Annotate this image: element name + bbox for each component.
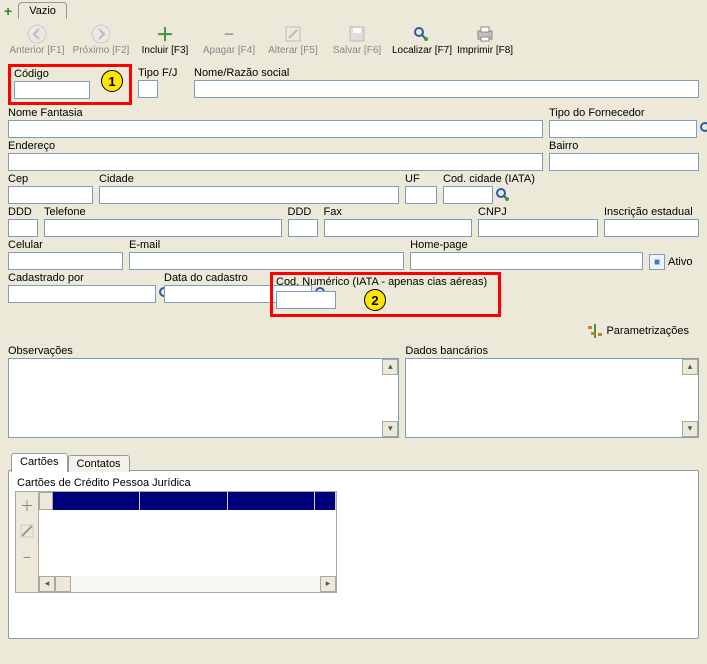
- grid-edit-icon[interactable]: [20, 524, 34, 541]
- email-input[interactable]: [129, 252, 404, 270]
- ativo-checkbox[interactable]: ■: [649, 254, 665, 270]
- codnumerico-input[interactable]: [276, 291, 336, 309]
- scroll-right-icon[interactable]: ▸: [320, 576, 336, 592]
- edit-icon: [264, 23, 322, 45]
- endereco-input[interactable]: [8, 153, 543, 171]
- fax-input[interactable]: [324, 219, 472, 237]
- localizar-button[interactable]: Localizar [F7]: [392, 23, 450, 56]
- bairro-input[interactable]: [549, 153, 699, 171]
- cidade-label: Cidade: [99, 173, 399, 185]
- codigo-highlight: Código 1: [8, 64, 132, 105]
- plus-icon[interactable]: +: [4, 3, 12, 19]
- scroll-down-icon[interactable]: ▾: [382, 421, 398, 437]
- scroll-up-icon[interactable]: ▴: [682, 359, 698, 375]
- annotation-badge-2: 2: [364, 289, 386, 311]
- nomerazao-input[interactable]: [194, 80, 699, 98]
- observacoes-textarea[interactable]: ▴ ▾: [8, 358, 399, 438]
- incluir-button[interactable]: ＋ Incluir [F3]: [136, 23, 194, 56]
- alterar-button: Alterar [F5]: [264, 23, 322, 56]
- endereco-label: Endereço: [8, 140, 543, 152]
- plus-icon: ＋: [136, 23, 194, 45]
- imprimir-button[interactable]: Imprimir [F8]: [456, 23, 514, 56]
- scrollbar-thumb[interactable]: [55, 576, 71, 592]
- codcidade-input[interactable]: [443, 186, 493, 204]
- cadastradopor-label: Cadastrado por: [8, 272, 158, 284]
- cep-label: Cep: [8, 173, 93, 185]
- tab-cartoes[interactable]: Cartões: [11, 453, 68, 472]
- dadosbancarios-textarea[interactable]: ▴ ▾: [405, 358, 699, 438]
- cidade-input[interactable]: [99, 186, 399, 204]
- parametrizacoes-link[interactable]: Parametrizações: [8, 319, 699, 345]
- homepage-input[interactable]: [410, 252, 643, 270]
- ddd1-label: DDD: [8, 206, 38, 218]
- anterior-button: Anterior [F1]: [8, 23, 66, 56]
- minus-icon: −: [200, 23, 258, 45]
- tab-contatos[interactable]: Contatos: [68, 455, 130, 472]
- ddd1-input[interactable]: [8, 219, 38, 237]
- celular-input[interactable]: [8, 252, 123, 270]
- top-tab[interactable]: Vazio: [18, 2, 67, 19]
- nomefantasia-input[interactable]: [8, 120, 543, 138]
- codnumerico-highlight: Cod. Numérico (IATA - apenas cias aéreas…: [270, 272, 501, 317]
- codigo-input[interactable]: [14, 81, 90, 99]
- toolbar: Anterior [F1] Próximo [F2] ＋ Incluir [F3…: [0, 21, 707, 60]
- scrollbar-track[interactable]: [55, 575, 320, 593]
- ddd2-input[interactable]: [288, 219, 318, 237]
- nomefantasia-label: Nome Fantasia: [8, 107, 543, 119]
- uf-label: UF: [405, 173, 437, 185]
- tipofj-label: Tipo F/J: [138, 67, 188, 79]
- grid[interactable]: ◂ ▸: [39, 492, 336, 592]
- scroll-down-icon[interactable]: ▾: [682, 421, 698, 437]
- tipofj-input[interactable]: [138, 80, 158, 98]
- cep-input[interactable]: [8, 186, 93, 204]
- annotation-badge-1: 1: [101, 70, 123, 92]
- datacadastro-label: Data do cadastro: [164, 272, 264, 284]
- apagar-button: − Apagar [F4]: [200, 23, 258, 56]
- ativo-label: Ativo: [668, 256, 692, 268]
- email-label: E-mail: [129, 239, 404, 251]
- search-icon[interactable]: [495, 187, 511, 203]
- inscricao-input[interactable]: [604, 219, 699, 237]
- arrow-left-icon: [8, 23, 66, 45]
- proximo-button: Próximo [F2]: [72, 23, 130, 56]
- celular-label: Celular: [8, 239, 123, 251]
- print-icon: [456, 23, 514, 45]
- cnpj-input[interactable]: [478, 219, 598, 237]
- grid-add-icon[interactable]: ＋: [20, 496, 34, 516]
- inscricao-label: Inscrição estadual: [604, 206, 699, 218]
- codcidade-label: Cod. cidade (IATA): [443, 173, 553, 185]
- salvar-button: Salvar [F6]: [328, 23, 386, 56]
- fax-label: Fax: [324, 206, 472, 218]
- homepage-label: Home-page: [410, 239, 643, 251]
- scroll-left-icon[interactable]: ◂: [39, 576, 55, 592]
- save-icon: [328, 23, 386, 45]
- cadastradopor-input[interactable]: [8, 285, 156, 303]
- scroll-up-icon[interactable]: ▴: [382, 359, 398, 375]
- search-icon: [392, 23, 450, 45]
- observacoes-label: Observações: [8, 345, 399, 357]
- grid-remove-icon[interactable]: −: [23, 549, 31, 565]
- subtabs-panel: Cartões Contatos Cartões de Crédito Pess…: [8, 470, 699, 639]
- tipofornecedor-input[interactable]: [549, 120, 697, 138]
- tipofornecedor-label: Tipo do Fornecedor: [549, 107, 699, 119]
- arrow-right-icon: [72, 23, 130, 45]
- telefone-input[interactable]: [44, 219, 282, 237]
- codnumerico-label: Cod. Numérico (IATA - apenas cias aéreas…: [276, 276, 495, 288]
- cnpj-label: CNPJ: [478, 206, 598, 218]
- ddd2-label: DDD: [288, 206, 318, 218]
- telefone-label: Telefone: [44, 206, 282, 218]
- uf-input[interactable]: [405, 186, 437, 204]
- dadosbancarios-label: Dados bancários: [405, 345, 699, 357]
- cartoesgrid-label: Cartões de Crédito Pessoa Jurídica: [17, 477, 692, 489]
- nomerazao-label: Nome/Razão social: [194, 67, 699, 79]
- search-icon[interactable]: [699, 121, 707, 137]
- bairro-label: Bairro: [549, 140, 699, 152]
